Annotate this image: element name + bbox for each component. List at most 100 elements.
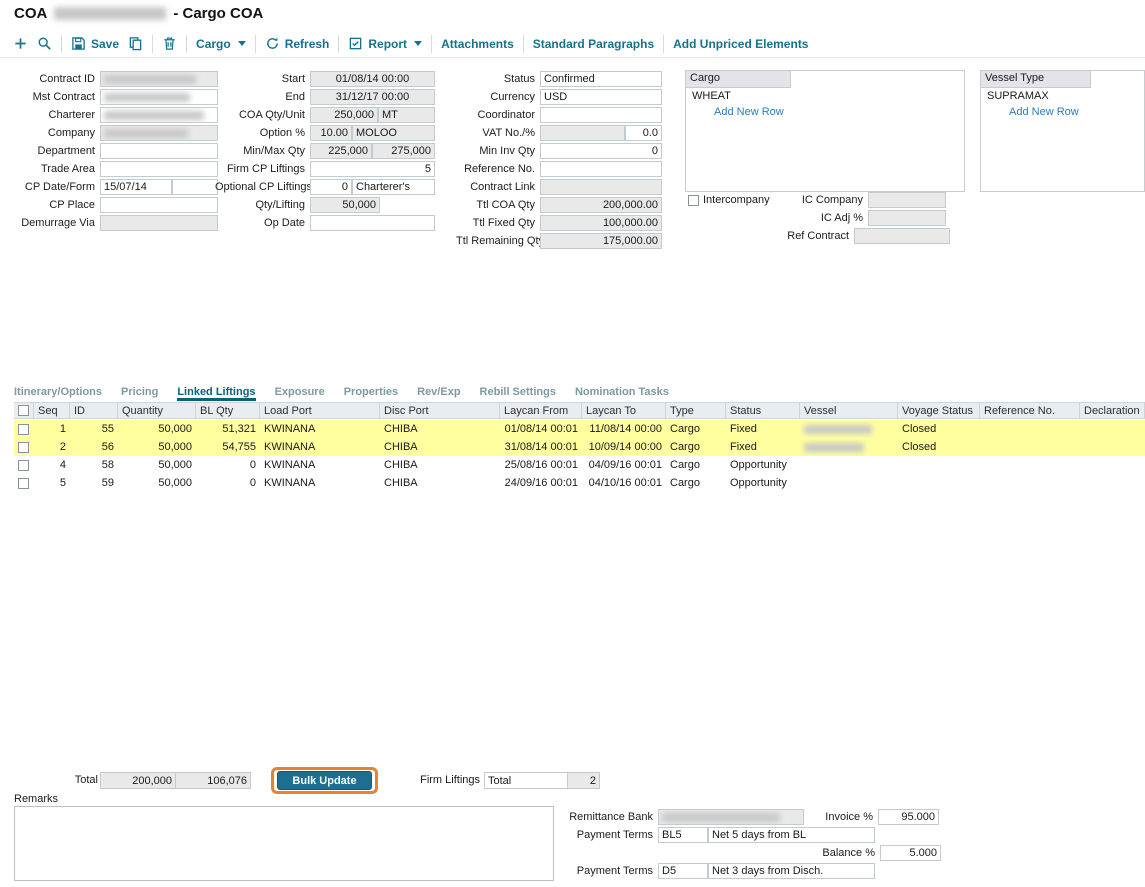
lifting-row[interactable]: 1 55 50,000 51,321 KWINANA CHIBA 01/08/1…	[14, 420, 1145, 438]
currency-field[interactable]: USD	[540, 89, 662, 105]
cell-quantity: 50,000	[118, 474, 196, 492]
mst-contract-field[interactable]	[100, 89, 218, 105]
remarks-textarea[interactable]	[14, 806, 554, 881]
col-header-status[interactable]: Status	[726, 403, 800, 418]
col-header-laycan-to[interactable]: Laycan To	[582, 403, 666, 418]
firm-liftings-label: Firm Liftings	[405, 774, 480, 786]
search-button[interactable]	[37, 36, 52, 51]
ttl-remaining-qty-label: Ttl Remaining Qty	[456, 235, 540, 247]
payment-terms-code-field[interactable]: D5	[658, 863, 708, 879]
tab-exposure[interactable]: Exposure	[275, 386, 325, 401]
col-header-declaration[interactable]: Declaration	[1080, 403, 1145, 418]
optional-cp-type-field[interactable]: Charterer's	[352, 179, 435, 195]
cell-type: Cargo	[666, 474, 726, 492]
tab-linked-liftings[interactable]: Linked Liftings	[177, 386, 255, 401]
report-icon	[348, 36, 363, 51]
col-header-vessel[interactable]: Vessel	[800, 403, 898, 418]
optional-cp-liftings-field[interactable]: 0	[310, 179, 352, 195]
qty-lifting-field: 50,000	[310, 197, 380, 213]
row-checkbox[interactable]	[18, 442, 29, 453]
col-header-bl-qty[interactable]: BL Qty	[196, 403, 260, 418]
col-header-disc-port[interactable]: Disc Port	[380, 403, 500, 418]
cell-laycan-from: 01/08/14 00:01	[500, 420, 582, 438]
trade-area-field[interactable]	[100, 161, 218, 177]
tab-rev-exp[interactable]: Rev/Exp	[417, 386, 460, 401]
tab-pricing[interactable]: Pricing	[121, 386, 158, 401]
tab-properties[interactable]: Properties	[344, 386, 398, 401]
add-unpriced-elements-button[interactable]: Add Unpriced Elements	[673, 37, 808, 51]
department-field[interactable]	[100, 143, 218, 159]
vessel-add-new-row-link[interactable]: Add New Row	[981, 104, 1144, 120]
cp-place-field[interactable]	[100, 197, 218, 213]
option-pct-label: Option %	[215, 127, 310, 139]
cell-disc-port: CHIBA	[380, 420, 500, 438]
tab-itinerary-options[interactable]: Itinerary/Options	[14, 386, 102, 401]
firm-liftings-mode-field[interactable]: Total	[484, 772, 568, 789]
intercompany-checkbox[interactable]	[688, 195, 699, 206]
vessel-type-item[interactable]: SUPRAMAX	[981, 88, 1144, 104]
status-field[interactable]: Confirmed	[540, 71, 662, 87]
charterer-field[interactable]	[100, 107, 218, 123]
company-label: Company	[8, 127, 100, 139]
col-header-load-port[interactable]: Load Port	[260, 403, 380, 418]
standard-paragraphs-button[interactable]: Standard Paragraphs	[533, 37, 654, 51]
bulk-update-button[interactable]: Bulk Update	[277, 771, 372, 790]
col-header-voyage-status[interactable]: Voyage Status	[898, 403, 980, 418]
toolbar: Save Cargo Refresh	[0, 30, 1145, 58]
cargo-panel: Cargo WHEAT Add New Row	[685, 70, 965, 192]
refresh-button[interactable]: Refresh	[265, 36, 330, 51]
coordinator-field[interactable]	[540, 107, 662, 123]
op-date-field[interactable]	[310, 215, 435, 231]
contract-link-field	[540, 179, 662, 195]
col-header-type[interactable]: Type	[666, 403, 726, 418]
col-header-id[interactable]: ID	[70, 403, 118, 418]
select-all-checkbox[interactable]	[18, 405, 29, 416]
cell-laycan-from: 24/09/16 00:01	[500, 474, 582, 492]
reference-no-field[interactable]	[540, 161, 662, 177]
cp-form-field[interactable]	[172, 179, 218, 195]
lifting-row[interactable]: 2 56 50,000 54,755 KWINANA CHIBA 31/08/1…	[14, 438, 1145, 456]
cargo-item[interactable]: WHEAT	[686, 88, 964, 104]
attachments-button[interactable]: Attachments	[441, 37, 514, 51]
cell-declaration	[1080, 474, 1145, 492]
tab-nomination-tasks[interactable]: Nomination Tasks	[575, 386, 669, 401]
lifting-row[interactable]: 4 58 50,000 0 KWINANA CHIBA 25/08/16 00:…	[14, 456, 1145, 474]
copy-button[interactable]	[128, 36, 143, 51]
payment-terms-code-field[interactable]: BL5	[658, 827, 708, 843]
balance-pct-field[interactable]: 5.000	[880, 845, 941, 861]
save-button[interactable]: Save	[71, 36, 119, 51]
row-checkbox[interactable]	[18, 460, 29, 471]
row-checkbox[interactable]	[18, 424, 29, 435]
redacted-value	[104, 75, 196, 84]
col-header-reference-no[interactable]: Reference No.	[980, 403, 1080, 418]
cell-laycan-to: 04/10/16 00:01	[582, 474, 666, 492]
ic-company-field	[868, 192, 946, 208]
cell-voyage-status	[898, 474, 980, 492]
vat-pct-field[interactable]: 0.0	[625, 125, 662, 141]
remittance-bank-field	[658, 809, 804, 825]
col-header-laycan-from[interactable]: Laycan From	[500, 403, 582, 418]
firm-cp-liftings-field[interactable]: 5	[310, 161, 435, 177]
liftings-table-header: Seq ID Quantity BL Qty Load Port Disc Po…	[14, 402, 1145, 419]
end-field: 31/12/17 00:00	[310, 89, 435, 105]
invoice-pct-field[interactable]: 95.000	[878, 809, 939, 825]
cargo-add-new-row-link[interactable]: Add New Row	[686, 104, 964, 120]
cargo-menu-button[interactable]: Cargo	[196, 37, 246, 51]
new-button[interactable]	[13, 36, 28, 51]
cell-voyage-status	[898, 456, 980, 474]
delete-button[interactable]	[162, 36, 177, 51]
toolbar-separator	[523, 35, 524, 53]
min-inv-qty-field[interactable]: 0	[540, 143, 662, 159]
lifting-row[interactable]: 5 59 50,000 0 KWINANA CHIBA 24/09/16 00:…	[14, 474, 1145, 492]
ref-contract-field	[854, 228, 950, 244]
tab-bar: Itinerary/Options Pricing Linked Lifting…	[14, 381, 669, 401]
vat-no-field	[540, 125, 625, 141]
report-menu-button[interactable]: Report	[348, 36, 422, 51]
cp-date-field[interactable]: 15/07/14	[100, 179, 172, 195]
col-header-seq[interactable]: Seq	[34, 403, 70, 418]
col-header-quantity[interactable]: Quantity	[118, 403, 196, 418]
caret-down-icon	[414, 41, 422, 46]
tab-rebill-settings[interactable]: Rebill Settings	[480, 386, 556, 401]
row-checkbox[interactable]	[18, 478, 29, 489]
cell-status: Fixed	[726, 438, 800, 456]
